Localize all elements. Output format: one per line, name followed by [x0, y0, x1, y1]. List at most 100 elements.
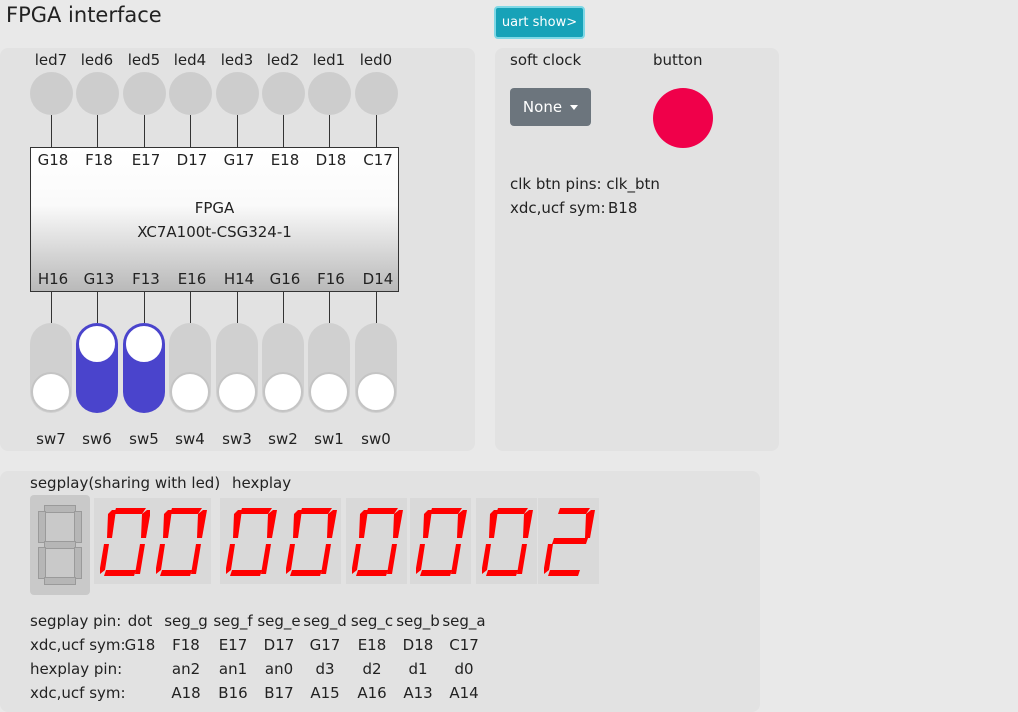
led-label: led5 [127, 51, 161, 69]
switch-pin: G13 [83, 270, 115, 288]
soft-clock-dropdown[interactable]: None [510, 88, 591, 126]
switch-label: sw6 [82, 430, 112, 448]
segment-b [267, 510, 277, 538]
toggle-switch[interactable] [76, 323, 118, 413]
led-pin: D18 [315, 151, 347, 169]
hex-digit [280, 498, 341, 584]
led-pin: E17 [131, 151, 161, 169]
segment-a [300, 508, 332, 514]
segment-a [114, 508, 146, 514]
hex-digit [476, 498, 537, 584]
pin-table-cell: d3 [315, 660, 335, 678]
pin-table-cell: A16 [357, 684, 387, 702]
led-indicator [262, 72, 305, 115]
segment-e [286, 544, 295, 574]
pin-table-cell: A15 [310, 684, 340, 702]
clk-xdc-label: xdc,ucf sym: [510, 199, 606, 217]
switch-pin: D14 [362, 270, 394, 288]
page-title: FPGA interface [6, 3, 162, 27]
segment-d [104, 570, 136, 576]
segment-f [163, 510, 172, 538]
toggle-switch[interactable] [123, 323, 165, 413]
pin-table-cell: an2 [171, 660, 201, 678]
segment-d [548, 570, 580, 576]
switch-pin: H14 [223, 270, 255, 288]
led-pin: E18 [270, 151, 300, 169]
segment-c [451, 544, 461, 574]
segment-g [552, 538, 588, 544]
switch-wire [51, 292, 52, 323]
fpga-model: XC7A100t-CSG324-1 [137, 223, 292, 241]
pin-table-cell: C17 [449, 636, 479, 654]
switch-pin: H16 [37, 270, 69, 288]
led-label: led7 [34, 51, 68, 69]
segment-f [489, 510, 498, 538]
segment-c [135, 544, 145, 574]
toggle-switch[interactable] [30, 323, 72, 413]
segment-b [327, 510, 337, 538]
switch-label: sw0 [361, 430, 391, 448]
pin-table-label: xdc,ucf sym: [30, 636, 126, 654]
uart-show-button[interactable]: uart show> [494, 6, 585, 39]
soft-clock-label: soft clock [510, 51, 582, 69]
toggle-switch[interactable] [308, 323, 350, 413]
segplay-digit[interactable] [30, 495, 90, 595]
toggle-switch[interactable] [355, 323, 397, 413]
pin-table-label: hexplay pin: [30, 660, 123, 678]
led-pin: D17 [176, 151, 208, 169]
segment-e [226, 544, 235, 574]
hex-digit [346, 498, 407, 584]
hex-digit [94, 498, 155, 584]
segment-e [544, 544, 553, 574]
hex-digit [410, 498, 471, 584]
led-wire [237, 115, 238, 147]
pin-table-label: segplay pin: [30, 612, 122, 630]
pin-table-cell: seg_g [164, 612, 208, 630]
pin-table-cell: seg_b [396, 612, 440, 630]
segment-d [486, 570, 518, 576]
pin-table-cell: seg_f [213, 612, 253, 630]
segment-f [423, 510, 432, 538]
soft-clock-value: None [522, 98, 563, 116]
segment-f [107, 510, 116, 538]
pin-table-cell: G18 [124, 636, 156, 654]
fpga-chip: FPGA XC7A100t-CSG324-1 G18 F18 E17 D17 G17 E1… [30, 147, 399, 292]
switch-wire [97, 292, 98, 323]
pin-table-label: xdc,ucf sym: [30, 684, 126, 702]
led-label: led6 [80, 51, 114, 69]
toggle-switch[interactable] [169, 323, 211, 413]
segment-a [558, 508, 590, 514]
pin-table-cell: E18 [357, 636, 387, 654]
segment-f [233, 510, 242, 538]
switch-knob [124, 324, 164, 364]
pin-table-cell: G17 [309, 636, 341, 654]
segment-d [160, 570, 192, 576]
toggle-switch[interactable] [216, 323, 258, 413]
switch-knob [356, 372, 396, 412]
segment-a [496, 508, 528, 514]
pin-table-cell: E17 [218, 636, 248, 654]
segment-d [290, 570, 322, 576]
pin-table-cell: dot [127, 612, 153, 630]
switch-label: sw2 [268, 430, 298, 448]
led-indicator [76, 72, 119, 115]
led-label: led1 [312, 51, 346, 69]
pin-table-cell: seg_c [350, 612, 394, 630]
toggle-switch[interactable] [262, 323, 304, 413]
segment-b [457, 510, 467, 538]
led-pin: G18 [37, 151, 69, 169]
led-wire [97, 115, 98, 147]
led-label: led3 [220, 51, 254, 69]
segment-d [230, 570, 262, 576]
segment-a [366, 508, 398, 514]
push-button[interactable] [653, 88, 713, 148]
switch-knob [31, 372, 71, 412]
pin-table-cell: D18 [402, 636, 434, 654]
segment-c [261, 544, 271, 574]
pin-table-cell: seg_e [257, 612, 301, 630]
switch-wire [144, 292, 145, 323]
segment-a [430, 508, 462, 514]
pin-table-cell: d2 [362, 660, 382, 678]
switch-pin: G16 [269, 270, 301, 288]
switch-label: sw7 [36, 430, 66, 448]
